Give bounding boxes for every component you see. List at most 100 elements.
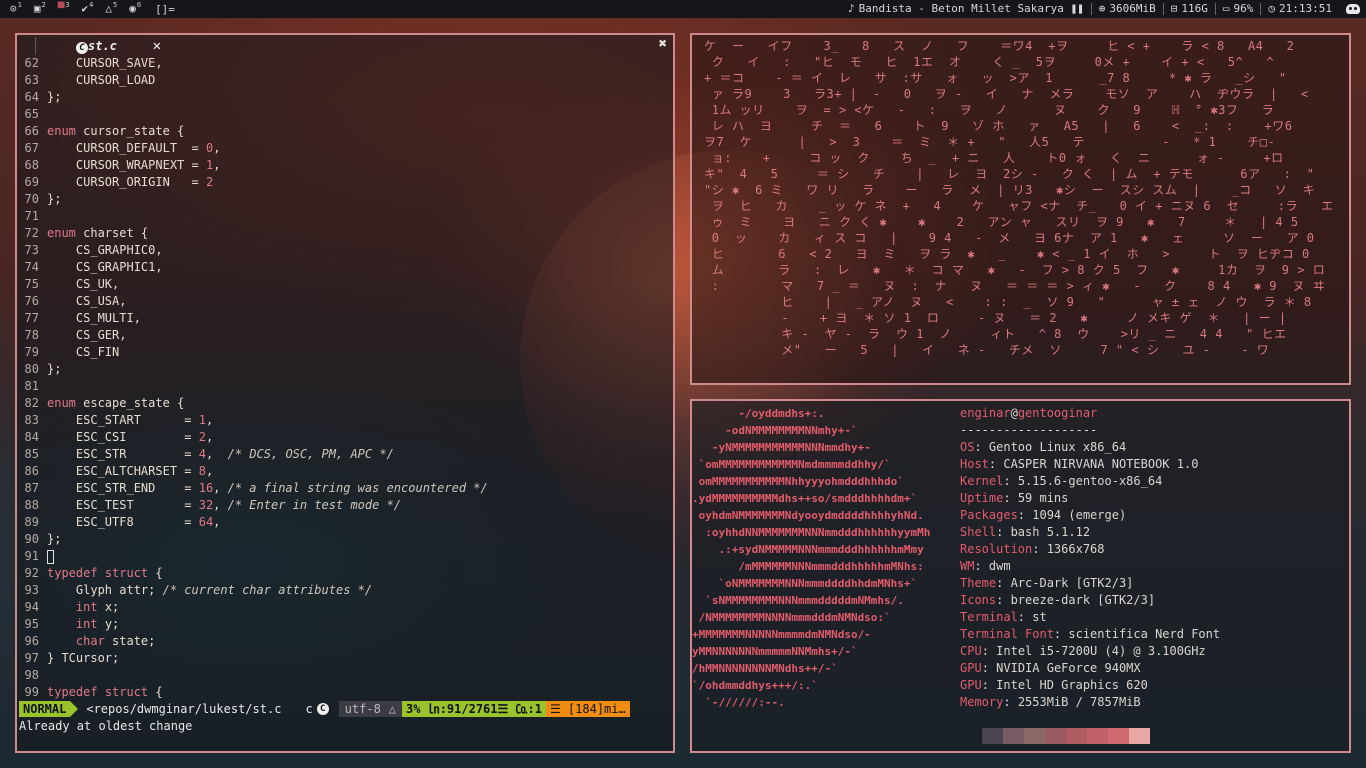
code-line[interactable]: 93 Glyph attr; /* current char attribute…: [17, 582, 673, 599]
code-line[interactable]: 96 char state;: [17, 633, 673, 650]
info-value: CASPER NIRVANA NOTEBOOK 1.0: [1003, 457, 1199, 471]
code-line[interactable]: 65: [17, 106, 673, 123]
tag-2[interactable]: ▣ 2: [30, 0, 54, 18]
tag-icon: ▣: [33, 2, 41, 15]
info-line: Uptime: 59 mins: [960, 490, 1220, 507]
code-line[interactable]: 70};: [17, 191, 673, 208]
line-text: CURSOR_ORIGIN = 2: [47, 174, 213, 191]
info-value: bash 5.1.12: [1010, 525, 1091, 539]
music-module[interactable]: ♪ Bandista - Beton Millet Sakarya ❚❚: [841, 3, 1091, 15]
code-line[interactable]: 68 CURSOR_WRAPNEXT = 1,: [17, 157, 673, 174]
code-line[interactable]: 85 ESC_STR = 4, /* DCS, OSC, PM, APC */: [17, 446, 673, 463]
line-number: 66: [24, 124, 39, 138]
code-line[interactable]: 78 CS_GER,: [17, 327, 673, 344]
code-line[interactable]: 73 CS_GRAPHIC0,: [17, 242, 673, 259]
neofetch-window[interactable]: -/oyddmdhs+:. -odNMMMMMMMMNNmhy+-` -yNMM…: [690, 399, 1351, 753]
code-token: 16: [198, 481, 214, 495]
code-token: 8: [198, 464, 206, 478]
line-text: };: [47, 531, 61, 548]
code-text: };: [47, 90, 62, 104]
editor-window[interactable]: Cst.c ✕ ✖ 62 CURSOR_SAVE, 63 CURSOR_LOAD 6…: [15, 33, 675, 753]
info-line: Host: CASPER NIRVANA NOTEBOOK 1.0: [960, 456, 1220, 473]
close-all-icon[interactable]: ✖: [659, 36, 667, 52]
code-line[interactable]: 84 ESC_CSI = 2,: [17, 429, 673, 446]
matrix-row: レ ハ ヨ チ ＝ 6 ト 9 ゾ ホ ァ A5 | 6 < _: : +ワ6: [704, 119, 1293, 133]
tab-st-c[interactable]: Cst.c ✕: [35, 37, 167, 55]
code-line[interactable]: 97} TCursor;: [17, 650, 673, 667]
code-text: CURSOR_LOAD: [47, 73, 156, 87]
code-line[interactable]: 92 typedef struct {: [17, 565, 673, 582]
code-text: ,: [205, 430, 214, 444]
line-text: CURSOR_WRAPNEXT = 1,: [47, 157, 221, 174]
code-line[interactable]: 89 ESC_UTF8 = 64,: [17, 514, 673, 531]
code-line[interactable]: 99 typedef struct {: [17, 684, 673, 701]
now-playing: Bandista - Beton Millet Sakarya: [858, 2, 1064, 15]
code-line[interactable]: 95 int y;: [17, 616, 673, 633]
line-number: 67: [24, 141, 39, 155]
code-line[interactable]: 63 CURSOR_LOAD: [17, 72, 673, 89]
code-line[interactable]: 74 CS_GRAPHIC1,: [17, 259, 673, 276]
code-line[interactable]: 72 enum charset {: [17, 225, 673, 242]
info-value: 2553MiB / 7857MiB: [1017, 695, 1141, 709]
tag-4[interactable]: ✔ 4: [78, 0, 102, 18]
code-text: CURSOR_ORIGIN =: [47, 175, 206, 189]
music-icon: ♪: [847, 2, 855, 15]
code-token: int: [75, 617, 98, 631]
tag-5[interactable]: △ 5: [101, 0, 125, 18]
code-line[interactable]: 75 CS_UK,: [17, 276, 673, 293]
layout-indicator[interactable]: []=: [149, 3, 175, 16]
tag-6[interactable]: ◉ 6: [125, 0, 149, 18]
warnings-segment: ☰ [184]mi…: [545, 701, 630, 717]
code-token: 2: [198, 430, 206, 444]
code-token: 2: [205, 175, 214, 189]
ascii-art-line: -odNMMMMMMMMNNmhy+-`: [692, 424, 858, 437]
battery-value: 96%: [1233, 2, 1254, 15]
code-text: ,: [213, 141, 221, 155]
line-text: };: [47, 89, 61, 106]
info-value: 5.15.6-gentoo-x86_64: [1017, 474, 1163, 488]
code-line[interactable]: 91: [17, 548, 673, 565]
code-line[interactable]: 67 CURSOR_DEFAULT = 0,: [17, 140, 673, 157]
code-line[interactable]: 71: [17, 208, 673, 225]
code-line[interactable]: 77 CS_MULTI,: [17, 310, 673, 327]
line-number: 69: [24, 175, 39, 189]
code-line[interactable]: 66 enum cursor_state {: [17, 123, 673, 140]
line-number: 83: [24, 413, 39, 427]
discord-icon[interactable]: [1346, 4, 1360, 14]
code-line[interactable]: 83 ESC_START = 1,: [17, 412, 673, 429]
code-line[interactable]: 62 CURSOR_SAVE,: [17, 55, 673, 72]
c-language-icon: C: [316, 703, 329, 715]
code-line[interactable]: 69 CURSOR_ORIGIN = 2: [17, 174, 673, 191]
cmatrix-window[interactable]: ケ ー イフ 3_ 8 ス ノ フ ＝ワ4 +ヲ ヒ < + ラ < 8 A4 …: [690, 33, 1351, 385]
code-line[interactable]: 76 CS_USA,: [17, 293, 673, 310]
tab-title: st.c: [88, 38, 117, 53]
code-line[interactable]: 87 ESC_STR_END = 16, /* a final string w…: [17, 480, 673, 497]
tab-close-icon[interactable]: ✕: [153, 38, 161, 54]
code-line[interactable]: 98: [17, 667, 673, 684]
tag-1[interactable]: ⊙ 1: [6, 0, 30, 18]
code-buffer[interactable]: 62 CURSOR_SAVE, 63 CURSOR_LOAD 64}; 65 66 enu…: [17, 55, 673, 701]
encoding: utf-8: [344, 702, 381, 716]
code-line[interactable]: 88 ESC_TEST = 32, /* Enter in test mode …: [17, 497, 673, 514]
code-line[interactable]: 80};: [17, 361, 673, 378]
info-colon: :: [1053, 627, 1069, 641]
tag-icon: ▀: [57, 2, 65, 15]
code-line[interactable]: 90};: [17, 531, 673, 548]
code-token: struct: [104, 566, 149, 580]
code-token: enum: [47, 124, 76, 138]
line-text: CURSOR_LOAD: [47, 72, 155, 89]
code-line[interactable]: 79 CS_FIN: [17, 344, 673, 361]
code-line[interactable]: 81: [17, 378, 673, 395]
matrix-row: 0 ッ カ ィ ス コ | 9 4 - メ ヨ 6ナ ア 1 ✱ ェ ソ ー ア…: [704, 231, 1315, 245]
tag-3[interactable]: ▀ 3: [54, 0, 78, 18]
gentoo-logo-ascii: -/oyddmdhs+:. -odNMMMMMMMMNNmhy+-` -yNMM…: [692, 405, 952, 711]
code-line[interactable]: 82 enum escape_state {: [17, 395, 673, 412]
code-line[interactable]: 64};: [17, 89, 673, 106]
line-text: typedef struct {: [47, 684, 163, 701]
line-number: 68: [24, 158, 39, 172]
code-line[interactable]: 86 ESC_ALTCHARSET = 8,: [17, 463, 673, 480]
code-line[interactable]: 94 int x;: [17, 599, 673, 616]
line-text: CS_USA,: [47, 293, 127, 310]
info-key: WM: [960, 559, 975, 573]
tag-icon: ✔: [81, 2, 89, 15]
